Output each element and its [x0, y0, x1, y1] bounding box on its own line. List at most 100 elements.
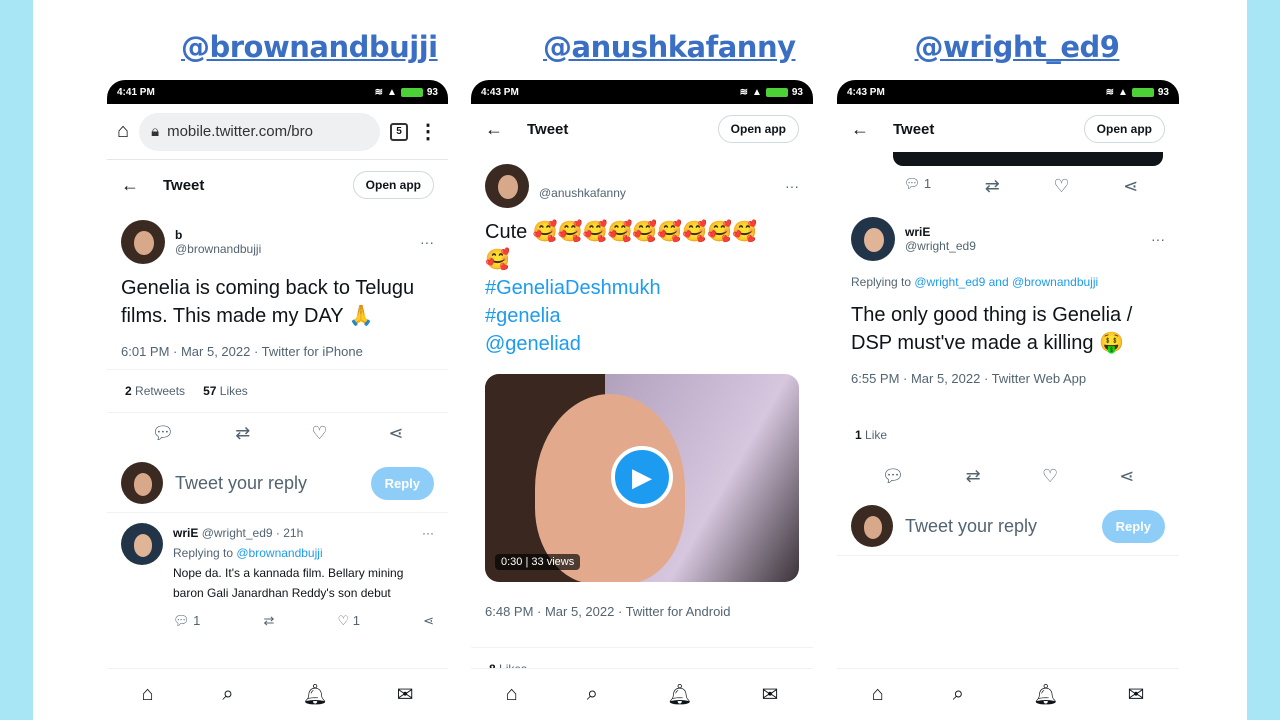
- bottom-nav: ⌂ ⌕ 🔔︎ ✉: [837, 668, 1179, 720]
- hashtag-link[interactable]: #GeneliaDeshmukh: [485, 277, 661, 299]
- battery-icon: [400, 87, 423, 97]
- home-nav-icon[interactable]: ⌂: [141, 683, 153, 706]
- author-name[interactable]: wriE: [905, 225, 1141, 239]
- heart-icon[interactable]: ♡: [1042, 466, 1058, 487]
- search-icon[interactable]: ⌕: [953, 683, 964, 706]
- share-icon[interactable]: ⋖: [1119, 466, 1134, 487]
- back-arrow-icon[interactable]: ←: [485, 119, 503, 140]
- play-icon[interactable]: ▶: [611, 446, 673, 508]
- open-app-button[interactable]: Open app: [1083, 115, 1165, 143]
- reply-composer: Tweet your reply Reply: [837, 497, 1179, 556]
- retweet-icon[interactable]: ⇄: [235, 423, 250, 444]
- author-names: b @brownandbujji: [175, 228, 410, 256]
- reply-input[interactable]: Tweet your reply: [175, 473, 359, 494]
- reply-icon[interactable]: 💬︎: [151, 423, 174, 444]
- reply-tweet-body: wriE @wright_ed9 · 21h ··· Replying to @…: [173, 523, 434, 631]
- bell-icon[interactable]: 🔔︎: [667, 682, 692, 707]
- author-name[interactable]: b: [175, 228, 410, 242]
- avatar: [851, 505, 893, 547]
- bottom-nav: ⌂ ⌕ 🔔︎ ✉: [471, 668, 813, 720]
- back-arrow-icon[interactable]: ←: [851, 119, 869, 140]
- tweet-actions: 💬︎ ⇄ ♡ ⋖: [107, 413, 448, 454]
- author-names: @anushkafanny: [539, 172, 775, 200]
- replying-to-link[interactable]: @wright_ed9 and @brownandbujji: [914, 275, 1098, 289]
- avatar[interactable]: [121, 220, 165, 264]
- reply-input[interactable]: Tweet your reply: [905, 516, 1090, 537]
- previous-tweet-media[interactable]: [893, 152, 1163, 166]
- likes-stat[interactable]: 1 Like: [855, 428, 887, 442]
- avatar[interactable]: [485, 164, 529, 208]
- replying-to: Replying to @wright_ed9 and @brownandbuj…: [851, 275, 1099, 289]
- author-handle[interactable]: @wright_ed9: [905, 239, 1141, 253]
- battery-percent: 93: [426, 86, 438, 98]
- wifi-icon: ≋: [1105, 86, 1114, 98]
- heart-icon[interactable]: ♡: [311, 423, 327, 444]
- avatar[interactable]: [121, 523, 163, 565]
- reply-icon[interactable]: 💬︎ 1: [173, 611, 200, 631]
- page-title: Tweet: [527, 120, 569, 138]
- hashtag-link[interactable]: #genelia: [485, 305, 561, 327]
- tweet-author: b @brownandbujji ···: [107, 210, 448, 270]
- signal-icon: ▲: [751, 86, 762, 98]
- more-icon[interactable]: ···: [1151, 231, 1165, 247]
- mail-icon[interactable]: ✉: [1128, 682, 1145, 707]
- search-icon[interactable]: ⌕: [587, 683, 598, 706]
- bell-icon[interactable]: 🔔︎: [1033, 682, 1058, 707]
- avatar: [121, 462, 163, 504]
- reply-text: Nope da. It's a kannada film. Bellary mi…: [173, 566, 404, 600]
- retweet-icon[interactable]: ⇄: [985, 176, 1000, 197]
- retweet-icon[interactable]: ⇄: [966, 466, 981, 487]
- reply-icon[interactable]: 💬︎: [882, 466, 905, 487]
- mention-link[interactable]: @geneliad: [485, 333, 581, 355]
- home-nav-icon[interactable]: ⌂: [506, 683, 518, 706]
- share-icon[interactable]: ⋖: [423, 611, 434, 631]
- more-vert-icon[interactable]: ⋮: [418, 119, 438, 144]
- phone-screen-1: 4:41 PM ≋ ▲ 93 ⌂ 🔒︎ mobile.twitter.com/b…: [107, 80, 448, 720]
- share-icon[interactable]: ⋖: [388, 423, 403, 444]
- more-icon[interactable]: ···: [420, 234, 434, 250]
- reply-icon[interactable]: 💬︎ 1: [904, 176, 931, 197]
- home-nav-icon[interactable]: ⌂: [872, 683, 884, 706]
- handle-caption-2[interactable]: @anushkafanny: [543, 30, 796, 64]
- emoji-row: 🥰: [485, 249, 510, 271]
- reply-button[interactable]: Reply: [370, 466, 434, 500]
- back-arrow-icon[interactable]: ←: [121, 175, 139, 196]
- reply-button[interactable]: Reply: [1101, 509, 1165, 543]
- battery-percent: 93: [1157, 86, 1169, 98]
- replying-to-link[interactable]: @brownandbujji: [236, 546, 322, 560]
- retweets-stat[interactable]: 2 Retweets: [125, 384, 185, 398]
- reply-author-handle[interactable]: @wright_ed9 · 21h: [202, 526, 304, 540]
- battery-icon: [1131, 87, 1154, 97]
- tabs-button[interactable]: 5: [390, 122, 408, 141]
- tweet-author: @anushkafanny ···: [471, 154, 813, 214]
- reply-author-name[interactable]: wriE: [173, 526, 198, 540]
- url-field[interactable]: 🔒︎ mobile.twitter.com/bro: [139, 112, 380, 151]
- bell-icon[interactable]: 🔔︎: [302, 682, 327, 707]
- heart-icon[interactable]: ♡ 1: [337, 611, 360, 631]
- share-icon[interactable]: ⋖: [1123, 176, 1138, 197]
- mail-icon[interactable]: ✉: [397, 682, 414, 707]
- author-handle[interactable]: @anushkafanny: [539, 186, 775, 200]
- tweet-meta: 6:55 PM · Mar 5, 2022 · Twitter Web App: [851, 371, 1087, 386]
- author-handle[interactable]: @brownandbujji: [175, 242, 410, 256]
- mail-icon[interactable]: ✉: [762, 682, 779, 707]
- handle-caption-1[interactable]: @brownandbujji: [181, 30, 438, 64]
- video-player[interactable]: ▶ 0:30 | 33 views: [485, 374, 799, 582]
- open-app-button[interactable]: Open app: [717, 115, 799, 143]
- heart-icon[interactable]: ♡: [1053, 176, 1069, 197]
- likes-stat[interactable]: 57 Likes: [203, 384, 248, 398]
- tweet-topbar: ← Tweet Open app: [107, 160, 448, 210]
- avatar[interactable]: [851, 217, 895, 261]
- video-badge: 0:30 | 33 views: [495, 554, 581, 570]
- retweet-icon[interactable]: ⇄: [263, 611, 274, 631]
- home-icon[interactable]: ⌂: [117, 120, 129, 143]
- handle-caption-3[interactable]: @wright_ed9: [913, 30, 1121, 64]
- more-icon[interactable]: ···: [785, 178, 799, 194]
- tweet-actions: 💬︎ ⇄ ♡ ⋖: [837, 456, 1179, 497]
- search-icon[interactable]: ⌕: [222, 683, 233, 706]
- browser-url-bar: ⌂ 🔒︎ mobile.twitter.com/bro 5 ⋮: [107, 104, 448, 160]
- previous-tweet-actions: 💬︎ 1 ⇄ ♡ ⋖: [837, 166, 1179, 207]
- open-app-button[interactable]: Open app: [352, 171, 434, 199]
- more-icon[interactable]: ···: [422, 523, 434, 543]
- replying-to: Replying to @brownandbujji: [173, 546, 323, 560]
